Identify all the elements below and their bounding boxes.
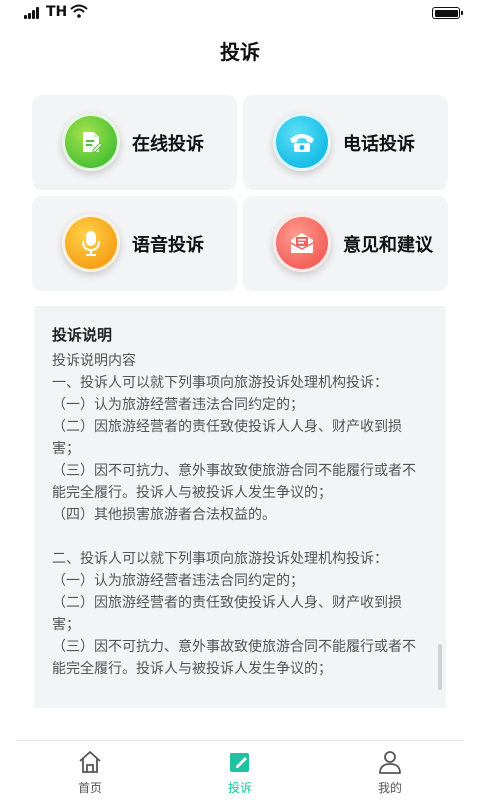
tab-mine[interactable]: 我的 bbox=[340, 741, 440, 800]
tab-label: 我的 bbox=[377, 781, 402, 795]
explanation-title: 投诉说明 bbox=[52, 326, 113, 344]
tab-bar: 首页 投诉 我的 bbox=[16, 740, 464, 800]
complaint-explanation-panel[interactable]: 投诉说明 投诉说明内容 一、投诉人可以就下列事项向旅游投诉处理机构投诉： （一）… bbox=[34, 306, 446, 708]
option-label: 意见和建议 bbox=[343, 234, 433, 256]
edit-icon bbox=[230, 753, 249, 772]
explanation-line: （二）因旅游经营者的责任致使投诉人人身、财产收到损害； bbox=[52, 419, 402, 457]
explanation-line: （四）其他损害旅游者合法权益的。 bbox=[52, 507, 276, 523]
explanation-line: 二、投诉人可以就下列事项向旅游投诉处理机构投诉： bbox=[52, 551, 388, 567]
tab-label: 首页 bbox=[77, 781, 102, 795]
battery-icon bbox=[432, 7, 463, 19]
explanation-body: 投诉说明内容 一、投诉人可以就下列事项向旅游投诉处理机构投诉： （一）认为旅游经… bbox=[52, 350, 428, 680]
explanation-line: （三）因不可抗力、意外事故致使旅游合同不能履行或者不能完全履行。投诉人与被投诉人… bbox=[52, 639, 416, 677]
voice-complaint-button[interactable]: 语音投诉 bbox=[32, 196, 237, 291]
tab-label: 投诉 bbox=[227, 781, 252, 795]
explanation-line: （一）认为旅游经营者违法合同约定的； bbox=[52, 573, 304, 589]
explanation-spacer bbox=[52, 526, 428, 548]
user-icon bbox=[379, 751, 401, 774]
status-bar: TH bbox=[0, 0, 480, 28]
online-complaint-button[interactable]: 在线投诉 bbox=[32, 95, 237, 190]
tab-complaint[interactable]: 投诉 bbox=[190, 741, 290, 800]
complaint-screen: TH 投诉 在线投诉 电话投诉 语音投诉 意见和建议 投诉说明 投诉说明内容 一… bbox=[0, 0, 480, 800]
microphone-icon bbox=[62, 214, 120, 272]
mailbox-icon bbox=[273, 214, 331, 272]
explanation-line: 一、投诉人可以就下列事项向旅游投诉处理机构投诉： bbox=[52, 375, 388, 391]
option-label: 在线投诉 bbox=[132, 133, 204, 155]
scrollbar[interactable] bbox=[438, 644, 442, 690]
tab-home[interactable]: 首页 bbox=[40, 741, 140, 800]
wifi-icon bbox=[70, 4, 88, 18]
explanation-line: （二）因旅游经营者的责任致使投诉人人身、财产收到损害； bbox=[52, 595, 402, 633]
explanation-line: （三）因不可抗力、意外事故致使旅游合同不能履行或者不能完全履行。投诉人与被投诉人… bbox=[52, 463, 416, 501]
explanation-line: 投诉说明内容 bbox=[52, 353, 136, 369]
phone-complaint-button[interactable]: 电话投诉 bbox=[243, 95, 448, 190]
option-label: 语音投诉 bbox=[132, 234, 204, 256]
explanation-line: （一）认为旅游经营者违法合同约定的； bbox=[52, 397, 304, 413]
carrier-name: TH bbox=[46, 4, 68, 20]
complaint-options: 在线投诉 电话投诉 语音投诉 意见和建议 bbox=[32, 95, 448, 291]
edit-document-icon bbox=[62, 113, 120, 171]
home-icon bbox=[79, 751, 101, 773]
signal-icon bbox=[24, 7, 42, 19]
advice-button[interactable]: 意见和建议 bbox=[243, 196, 448, 291]
option-label: 电话投诉 bbox=[343, 133, 415, 155]
page-title: 投诉 bbox=[220, 40, 260, 64]
telephone-icon bbox=[273, 113, 331, 171]
